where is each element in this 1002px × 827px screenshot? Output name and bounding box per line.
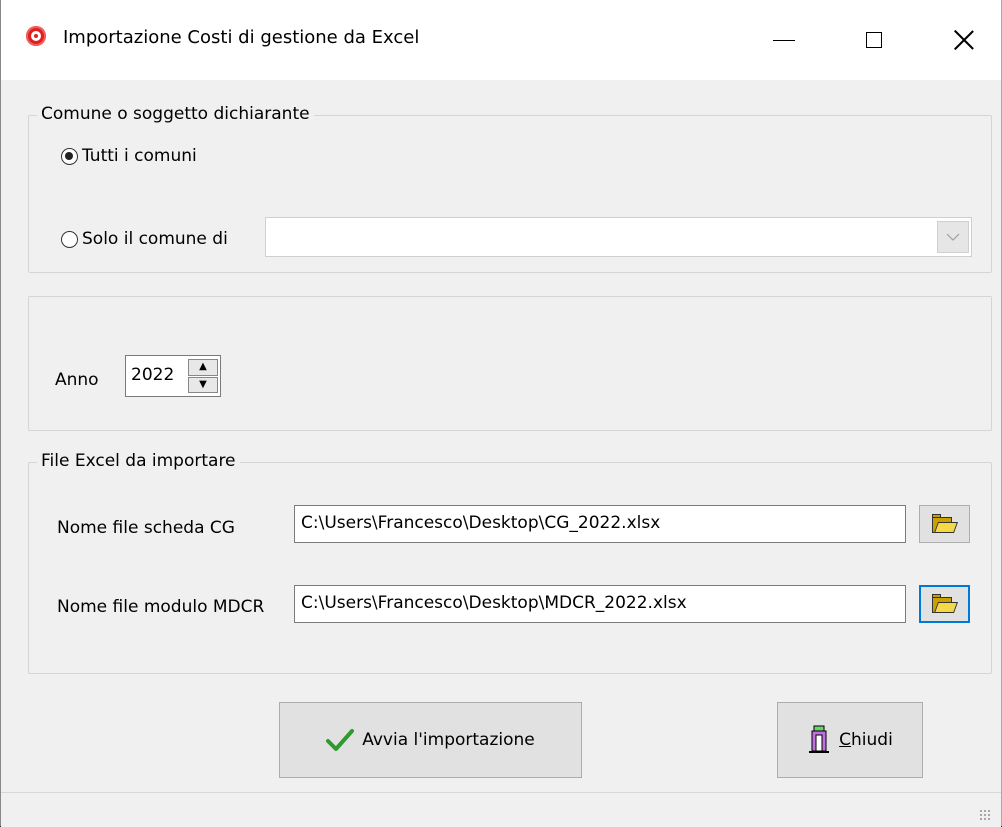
- browse-mdcr-button[interactable]: [919, 585, 970, 623]
- files-group-label: File Excel da importare: [37, 451, 240, 471]
- comune-select[interactable]: [265, 217, 972, 257]
- mdcr-file-label: Nome file modulo MDCR: [57, 597, 265, 617]
- radio-solo-comune-label: Solo il comune di: [82, 229, 228, 249]
- close-label: Chiudi: [839, 730, 893, 750]
- open-folder-icon: [931, 514, 958, 534]
- status-bar: [1, 792, 1001, 827]
- radio-solo-comune[interactable]: Solo il comune di: [61, 229, 228, 249]
- exit-door-icon: [809, 725, 830, 753]
- import-dialog-window: Importazione Costi di gestione da Excel …: [0, 0, 1002, 827]
- mdcr-file-input[interactable]: C:\Users\Francesco\Desktop\MDCR_2022.xls…: [294, 585, 906, 623]
- maximize-button[interactable]: [829, 0, 919, 80]
- window-title: Importazione Costi di gestione da Excel: [63, 27, 420, 48]
- cg-file-label: Nome file scheda CG: [57, 518, 235, 538]
- start-import-label: Avvia l'importazione: [362, 730, 535, 750]
- browse-cg-button[interactable]: [919, 505, 970, 543]
- resize-grip-icon[interactable]: [979, 809, 991, 821]
- radio-tutti-comuni-label: Tutti i comuni: [82, 146, 197, 166]
- close-window-button[interactable]: [919, 0, 1002, 80]
- files-groupbox: File Excel da importare: [28, 451, 992, 674]
- spin-up-icon[interactable]: ▲: [188, 359, 218, 376]
- radio-button-checked[interactable]: [61, 147, 78, 165]
- minimize-button[interactable]: [739, 0, 829, 80]
- close-icon: [953, 29, 975, 51]
- anno-spinner[interactable]: 2022 ▲ ▼: [125, 355, 221, 397]
- start-import-button[interactable]: Avvia l'importazione: [279, 702, 582, 778]
- close-button[interactable]: Chiudi: [777, 702, 923, 778]
- spin-down-icon[interactable]: ▼: [188, 376, 218, 393]
- chevron-down-icon[interactable]: [937, 221, 969, 253]
- radio-tutti-comuni[interactable]: Tutti i comuni: [61, 146, 197, 166]
- app-icon[interactable]: [26, 26, 46, 46]
- check-icon: [326, 729, 355, 751]
- comune-group-label: Comune o soggetto dichiarante: [37, 104, 314, 124]
- cg-file-input[interactable]: C:\Users\Francesco\Desktop\CG_2022.xlsx: [294, 505, 906, 543]
- maximize-icon: [866, 32, 882, 48]
- open-folder-icon: [931, 594, 958, 614]
- radio-button-unchecked[interactable]: [61, 230, 78, 248]
- anno-value[interactable]: 2022: [131, 365, 174, 385]
- anno-label: Anno: [55, 370, 99, 390]
- minimize-icon: [773, 39, 795, 41]
- title-bar[interactable]: Importazione Costi di gestione da Excel: [1, 0, 1001, 80]
